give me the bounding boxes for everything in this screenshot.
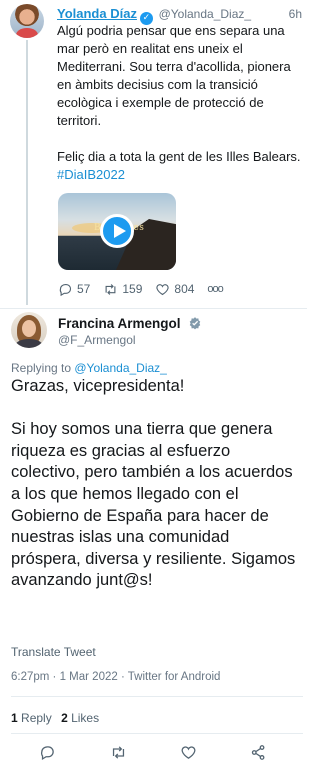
retweet-button[interactable]: 159: [103, 282, 142, 297]
verified-government-icon: [190, 317, 201, 330]
divider: [0, 308, 307, 309]
retweet-count: 159: [122, 282, 143, 296]
parent-tweet-actions: 57 159 804 ooo: [58, 281, 236, 297]
replying-to-link[interactable]: @Yolanda_Diaz_: [74, 361, 166, 375]
replying-to: Replying to @Yolanda_Diaz_: [11, 361, 167, 375]
like-count: 804: [174, 282, 195, 296]
retweet-icon: [105, 283, 116, 295]
divider: [11, 696, 303, 697]
main-author-name[interactable]: Francina Armengol: [58, 316, 181, 331]
parent-tweet-body: Algú podria pensar que ens separa una ma…: [57, 23, 301, 164]
like-icon: [156, 283, 170, 295]
parent-author-name[interactable]: Yolanda Díaz: [57, 6, 137, 21]
main-author-handle[interactable]: @F_Armengol: [58, 333, 136, 347]
parent-tweet[interactable]: Yolanda Díaz ✓ @Yolanda_Diaz_ 6h Algú pod…: [0, 0, 307, 308]
reply-icon[interactable]: [39, 744, 56, 761]
parent-author-handle[interactable]: @Yolanda_Diaz_: [159, 7, 251, 21]
play-icon[interactable]: [100, 214, 134, 248]
main-tweet-actions: [0, 744, 307, 762]
tweet-meta: 6:27pm · 1 Mar 2022 · Twitter for Androi…: [11, 671, 221, 683]
stats-retweets[interactable]: 1 Reply: [11, 711, 52, 725]
replying-prefix: Replying to: [11, 361, 75, 375]
reply-button[interactable]: 57: [58, 282, 90, 297]
parent-tweet-text: Algú podria pensar que ens separa una ma…: [57, 22, 301, 184]
avatar[interactable]: [10, 4, 44, 38]
tweet-stats: 1 Reply 2 Likes: [11, 711, 99, 725]
hashtag-link[interactable]: #DiaIB2022: [57, 167, 125, 182]
translate-tweet-link[interactable]: Translate Tweet: [11, 645, 96, 659]
more-icon: ooo: [207, 283, 223, 295]
parent-tweet-header: Yolanda Díaz ✓ @Yolanda_Diaz_ 6h: [57, 6, 302, 25]
retweet-icon[interactable]: [110, 744, 127, 761]
parent-timestamp[interactable]: 6h: [289, 6, 302, 22]
avatar[interactable]: [11, 312, 47, 348]
thread-connector: [26, 40, 28, 305]
video-thumbnail[interactable]: Bona Illes: [58, 193, 176, 270]
share-icon[interactable]: [250, 744, 267, 761]
reply-icon: [59, 283, 72, 296]
main-tweet-text: Grazas, vicepresidenta! Si hoy somos una…: [11, 377, 296, 590]
like-button[interactable]: 804: [155, 282, 194, 297]
more-button[interactable]: ooo: [207, 283, 223, 295]
reply-count: 57: [77, 282, 91, 296]
like-icon[interactable]: [180, 744, 197, 761]
stats-likes[interactable]: 2 Likes: [61, 711, 99, 725]
divider: [11, 733, 303, 734]
main-author-name-row[interactable]: Francina Armengol: [58, 316, 202, 331]
